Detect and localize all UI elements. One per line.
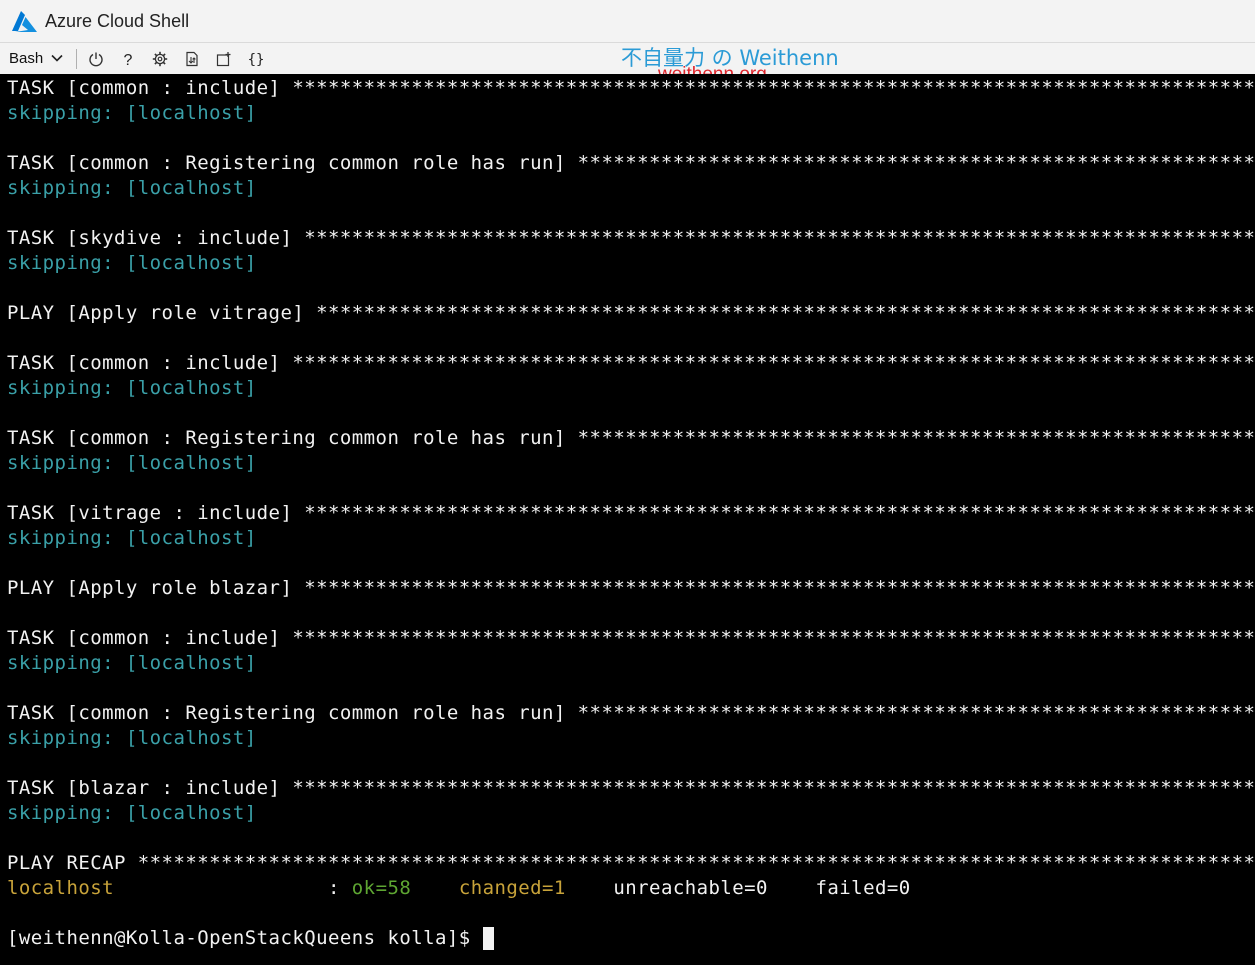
terminal-line: skipping: [localhost] bbox=[7, 527, 257, 549]
shell-selector-label: Bash bbox=[9, 49, 44, 67]
recap-ok: ok=58 bbox=[351, 877, 412, 899]
svg-text:{}: {} bbox=[248, 52, 264, 67]
recap-separator: : bbox=[114, 877, 352, 899]
terminal-line: skipping: [localhost] bbox=[7, 177, 257, 199]
toolbar-divider bbox=[76, 49, 77, 69]
recap-line: localhost : ok=58 changed=1 unreachable=… bbox=[7, 876, 911, 901]
svg-text:?: ? bbox=[124, 52, 133, 67]
terminal-line: skipping: [localhost] bbox=[7, 377, 257, 399]
recap-gap bbox=[566, 877, 614, 899]
terminal-line: PLAY [Apply role blazar] ***************… bbox=[7, 577, 1255, 599]
toolbar: Bash ? {} bbox=[0, 42, 1255, 74]
terminal-line: TASK [common : Registering common role h… bbox=[7, 152, 1255, 174]
title-bar: Azure Cloud Shell bbox=[0, 0, 1255, 42]
terminal-line: skipping: [localhost] bbox=[7, 652, 257, 674]
recap-gap bbox=[768, 877, 816, 899]
terminal-cursor bbox=[482, 927, 494, 950]
restart-button[interactable] bbox=[85, 48, 107, 70]
new-session-button[interactable] bbox=[213, 48, 235, 70]
question-icon: ? bbox=[124, 52, 133, 67]
terminal-line: TASK [common : Registering common role h… bbox=[7, 702, 1255, 724]
terminal-line: skipping: [localhost] bbox=[7, 727, 257, 749]
shell-selector[interactable]: Bash bbox=[9, 47, 64, 69]
upload-download-button[interactable] bbox=[181, 48, 203, 70]
file-transfer-icon bbox=[186, 51, 198, 67]
terminal-line: skipping: [localhost] bbox=[7, 102, 257, 124]
power-icon bbox=[89, 52, 103, 67]
terminal-line: TASK [skydive : include] ***************… bbox=[7, 227, 1255, 249]
terminal-line: skipping: [localhost] bbox=[7, 802, 257, 824]
terminal-output[interactable]: TASK [common : include] ****************… bbox=[0, 74, 1255, 965]
shell-prompt: [weithenn@Kolla-OpenStackQueens kolla]$ bbox=[7, 927, 483, 949]
editor-button[interactable]: {} bbox=[245, 48, 267, 70]
recap-host: localhost bbox=[7, 877, 115, 899]
terminal-line: skipping: [localhost] bbox=[7, 252, 257, 274]
terminal-line: PLAY RECAP *****************************… bbox=[7, 852, 1255, 874]
settings-button[interactable] bbox=[149, 48, 171, 70]
prompt-line[interactable]: [weithenn@Kolla-OpenStackQueens kolla]$ bbox=[7, 926, 494, 951]
terminal-line: TASK [common : Registering common role h… bbox=[7, 427, 1255, 449]
recap-unreachable: unreachable=0 bbox=[613, 877, 768, 899]
help-button[interactable]: ? bbox=[117, 48, 139, 70]
terminal-line: TASK [common : include] ****************… bbox=[7, 77, 1255, 99]
chevron-down-icon bbox=[51, 54, 63, 62]
recap-changed: changed=1 bbox=[458, 877, 566, 899]
terminal-line: TASK [common : include] ****************… bbox=[7, 352, 1255, 374]
terminal-line: TASK [blazar : include] ****************… bbox=[7, 777, 1255, 799]
terminal-line: TASK [vitrage : include] ***************… bbox=[7, 502, 1255, 524]
terminal-line: PLAY [Apply role vitrage] **************… bbox=[7, 302, 1255, 324]
new-session-icon bbox=[216, 52, 231, 67]
recap-gap bbox=[411, 877, 459, 899]
terminal-line: skipping: [localhost] bbox=[7, 452, 257, 474]
braces-icon: {} bbox=[248, 52, 264, 67]
gear-icon bbox=[152, 51, 168, 67]
azure-logo-icon bbox=[12, 11, 37, 32]
window-title: Azure Cloud Shell bbox=[45, 11, 190, 31]
recap-failed: failed=0 bbox=[815, 877, 911, 899]
terminal-line: TASK [common : include] ****************… bbox=[7, 627, 1255, 649]
